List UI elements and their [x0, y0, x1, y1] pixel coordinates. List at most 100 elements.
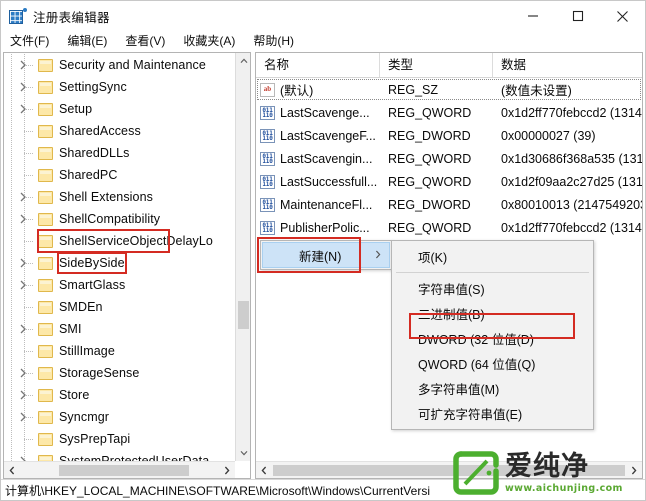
folder-icon — [38, 58, 53, 72]
folder-icon — [38, 432, 53, 446]
tree-item[interactable]: Security and Maintenance — [4, 54, 235, 76]
table-row[interactable]: 011 110 LastScavengeF... REG_DWORD 0x0000002… — [256, 124, 642, 147]
column-header-name[interactable]: 名称 — [256, 53, 380, 77]
menu-edit[interactable]: 编辑(E) — [58, 31, 116, 52]
chevron-right-icon[interactable] — [19, 104, 29, 114]
focus-indicator — [257, 79, 641, 100]
menu-view[interactable]: 查看(V) — [116, 31, 174, 52]
chevron-right-icon[interactable] — [19, 60, 29, 70]
chevron-right-icon[interactable] — [19, 192, 29, 202]
binary-value-icon: 011 110 — [260, 174, 275, 189]
registry-tree-pane: Security and Maintenance SettingSync Setup… — [3, 52, 251, 479]
scroll-up-icon[interactable] — [236, 53, 251, 69]
context-menu-item-new-label: 新建(N) — [299, 249, 342, 264]
tree-item[interactable]: SmartGlass — [4, 274, 235, 296]
tree-item-label: ShellCompatibility — [59, 212, 161, 226]
cell-data: 0x1d2f09aa2c27d25 (131 — [501, 174, 642, 189]
column-header-type[interactable]: 类型 — [380, 53, 493, 77]
tree-item[interactable]: ShellCompatibility — [4, 208, 235, 230]
scroll-right-icon[interactable] — [219, 462, 235, 478]
chevron-right-icon[interactable] — [19, 82, 29, 92]
context-submenu-item[interactable]: 二进制值(B) — [392, 301, 593, 326]
binary-value-icon: 011 110 — [260, 220, 275, 235]
folder-icon — [38, 124, 53, 138]
tree-item[interactable]: SettingSync — [4, 76, 235, 98]
tree-item[interactable]: Setup — [4, 98, 235, 120]
context-submenu-item[interactable]: 字符串值(S) — [392, 276, 593, 301]
cell-name: 011 110 LastSuccessfull... — [256, 174, 380, 189]
tree-item[interactable]: Syncmgr — [4, 406, 235, 428]
table-row[interactable]: 011 110 LastScavengin... REG_QWORD 0x1d30686… — [256, 147, 642, 170]
context-submenu-item[interactable]: 项(K) — [392, 244, 593, 269]
chevron-right-icon[interactable] — [19, 412, 29, 422]
chevron-right-icon[interactable] — [19, 324, 29, 334]
watermark: 爱纯净 www.aichunjing.com — [453, 448, 639, 498]
tree-item[interactable]: SysPrepTapi — [4, 428, 235, 450]
table-row[interactable]: ab (默认) REG_SZ (数值未设置) — [256, 78, 642, 101]
tree-scroll-viewport: Security and Maintenance SettingSync Setup… — [4, 53, 235, 461]
tree-item[interactable]: Store — [4, 384, 235, 406]
cell-name: 011 110 LastScavengeF... — [256, 128, 380, 143]
tree-item-label: SMI — [59, 322, 82, 336]
list-header: 名称 类型 数据 — [256, 53, 642, 78]
context-submenu-item[interactable]: QWORD (64 位值(Q) — [392, 351, 593, 376]
status-bar-path: 计算机\HKEY_LOCAL_MACHINE\SOFTWARE\Microsof… — [5, 483, 430, 498]
scroll-down-icon[interactable] — [236, 445, 251, 461]
tree-item-label: SideBySide — [59, 256, 125, 270]
chevron-right-icon[interactable] — [19, 390, 29, 400]
tree-item[interactable]: Shell Extensions — [4, 186, 235, 208]
registry-tree: Security and Maintenance SettingSync Setup… — [4, 53, 235, 461]
tree-item[interactable]: StillImage — [4, 340, 235, 362]
tree-item[interactable]: StorageSense — [4, 362, 235, 384]
column-header-data[interactable]: 数据 — [493, 53, 642, 77]
context-submenu-item[interactable]: DWORD (32 位值(D) — [392, 326, 593, 351]
tree-item[interactable]: SharedPC — [4, 164, 235, 186]
string-value-icon: ab — [260, 82, 275, 97]
tree-item-label: SharedAccess — [59, 124, 141, 138]
tree-horizontal-scrollbar[interactable] — [4, 461, 235, 478]
binary-value-icon: 011 110 — [260, 105, 275, 120]
tree-scroll-thumb[interactable] — [238, 301, 249, 329]
watermark-brand: 爱纯净 — [505, 451, 589, 482]
menu-help[interactable]: 帮助(H) — [244, 31, 303, 52]
tree-item[interactable]: SystemProtectedUserData — [4, 450, 235, 461]
table-row[interactable]: 011 110 LastSuccessfull... REG_QWORD 0x1d2f0… — [256, 170, 642, 193]
context-menu-item-new[interactable]: 新建(N) — [262, 242, 390, 268]
close-icon[interactable] — [600, 1, 645, 31]
tree-vertical-scrollbar[interactable] — [235, 53, 250, 461]
tree-item[interactable]: SMI — [4, 318, 235, 340]
menu-favorites[interactable]: 收藏夹(A) — [174, 31, 244, 52]
tree-item-label: Shell Extensions — [59, 190, 154, 204]
minimize-icon[interactable] — [510, 1, 555, 31]
context-submenu-item[interactable]: 多字符串值(M) — [392, 376, 593, 401]
table-row[interactable]: 011 110 MaintenanceFl... REG_DWORD 0x8001001… — [256, 193, 642, 216]
tree-item-label: Store — [59, 388, 90, 402]
chevron-right-icon[interactable] — [19, 280, 29, 290]
menu-file[interactable]: 文件(F) — [1, 31, 58, 52]
chevron-right-icon[interactable] — [19, 368, 29, 378]
list-scroll-left-icon[interactable] — [256, 462, 272, 478]
tree-item[interactable]: SharedDLLs — [4, 142, 235, 164]
folder-icon — [38, 278, 53, 292]
tree-hscroll-thumb[interactable] — [59, 465, 189, 476]
folder-icon — [38, 344, 53, 358]
title-bar: 注册表编辑器 — [1, 1, 645, 31]
cell-data: 0x1d2ff770febccd2 (1314 — [501, 105, 642, 120]
chevron-right-icon[interactable] — [19, 258, 29, 268]
cell-type: REG_QWORD — [388, 151, 472, 166]
maximize-icon[interactable] — [555, 1, 600, 31]
context-submenu-item[interactable]: 可扩充字符串值(E) — [392, 401, 593, 426]
table-row[interactable]: 011 110 PublisherPolic... REG_QWORD 0x1d2ff7… — [256, 216, 642, 239]
scroll-left-icon[interactable] — [4, 462, 20, 478]
tree-item[interactable]: SMDEn — [4, 296, 235, 318]
folder-icon — [38, 256, 53, 270]
binary-value-icon: 011 110 — [260, 197, 275, 212]
tree-item[interactable]: SideBySide — [4, 252, 235, 274]
value-name: LastSuccessfull... — [280, 174, 378, 189]
tree-item[interactable]: ShellServiceObjectDelayLo — [4, 230, 235, 252]
folder-icon — [38, 168, 53, 182]
chevron-right-icon[interactable] — [19, 214, 29, 224]
tree-item[interactable]: SharedAccess — [4, 120, 235, 142]
table-row[interactable]: 011 110 LastScavenge... REG_QWORD 0x1d2ff770… — [256, 101, 642, 124]
value-name: LastScavengeF... — [280, 128, 376, 143]
